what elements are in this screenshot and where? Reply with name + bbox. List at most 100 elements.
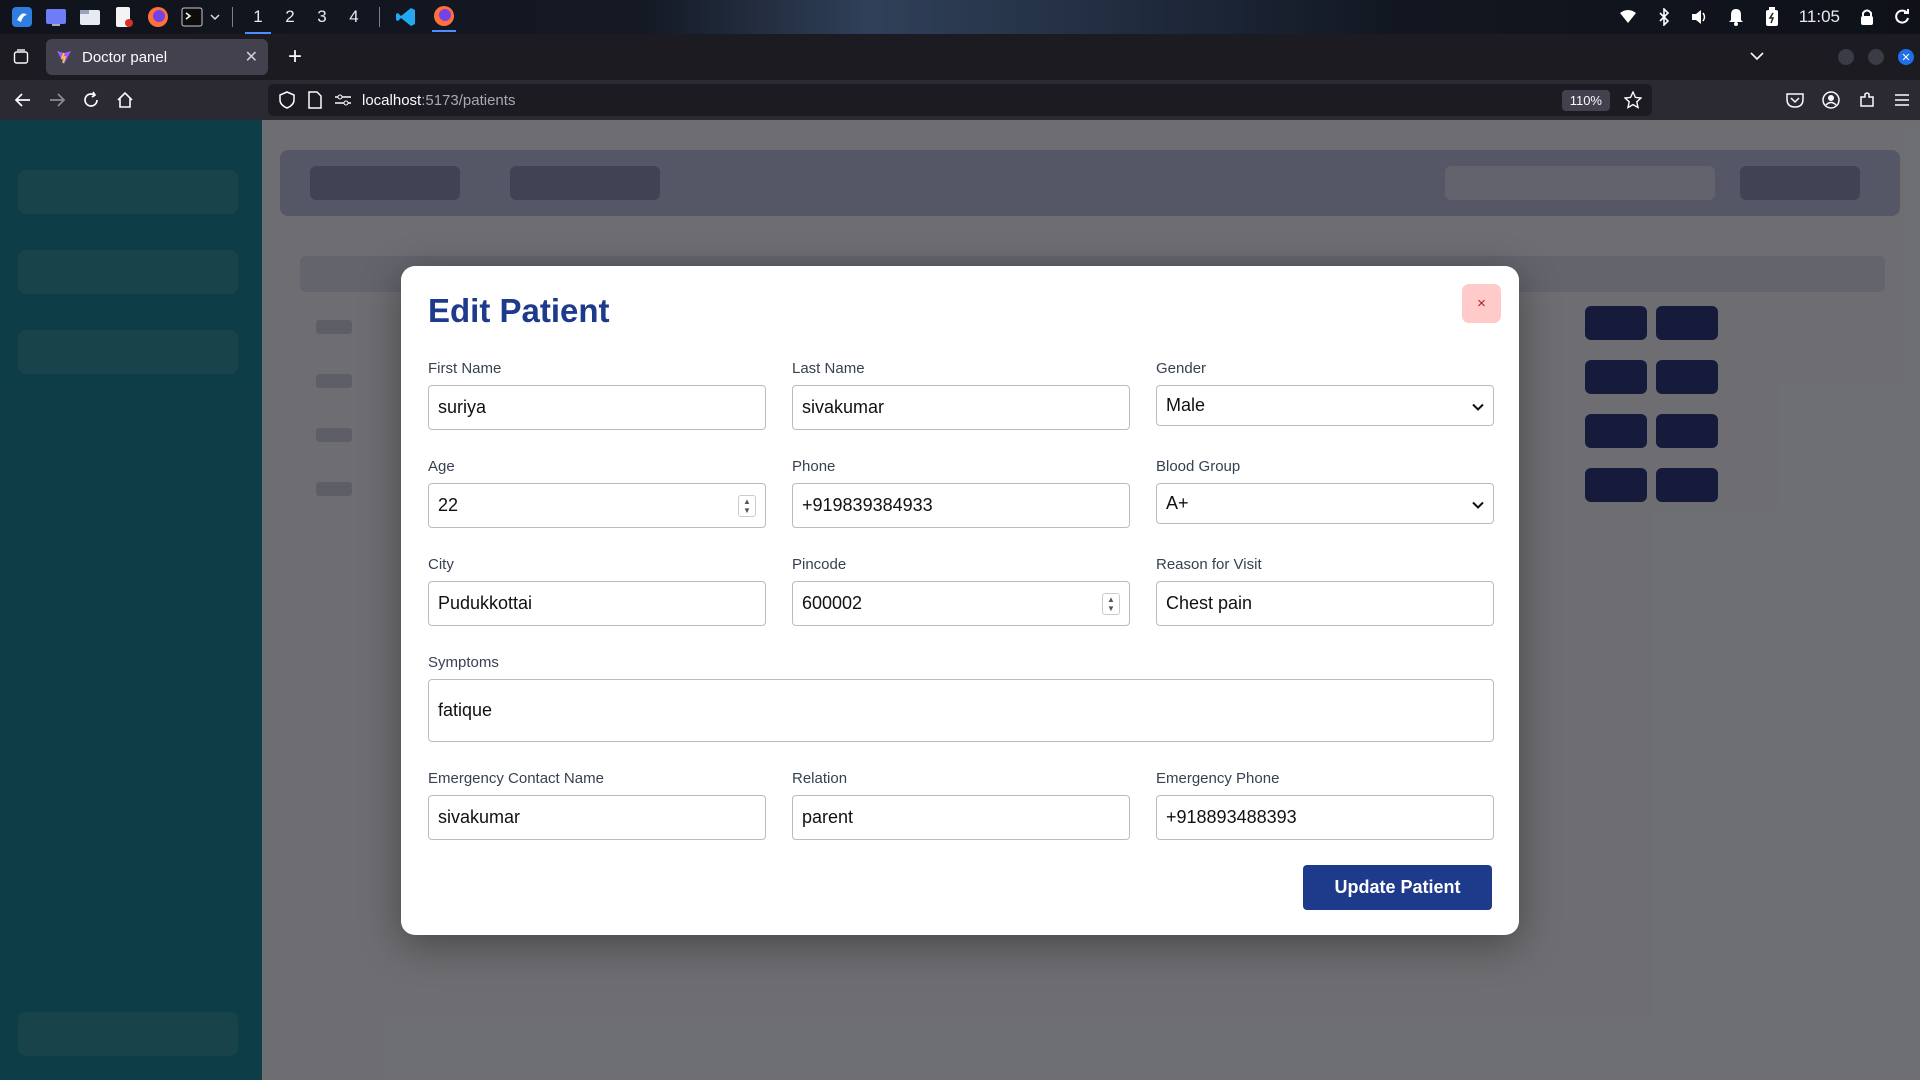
pocket-icon[interactable] bbox=[1786, 92, 1804, 108]
blood-group-label: Blood Group bbox=[1156, 458, 1241, 475]
home-icon[interactable] bbox=[110, 85, 140, 115]
lock-icon[interactable] bbox=[1858, 8, 1876, 26]
url-path: :5173/patients bbox=[421, 91, 516, 109]
workspace-4[interactable]: 4 bbox=[339, 2, 369, 32]
gender-value: Male bbox=[1166, 395, 1206, 415]
account-icon[interactable] bbox=[1822, 91, 1840, 109]
symptoms-field: Symptoms fatique bbox=[428, 654, 1494, 742]
emergency-name-value: sivakumar bbox=[438, 807, 521, 827]
maximize-button[interactable] bbox=[1868, 49, 1884, 65]
system-tray: 11:05 bbox=[1619, 0, 1912, 34]
pincode-input[interactable]: 600002 ▲ ▼ bbox=[792, 581, 1130, 626]
pincode-label: Pincode bbox=[792, 556, 847, 573]
last-name-input[interactable]: sivakumar bbox=[792, 385, 1130, 430]
tab-list-icon[interactable] bbox=[8, 44, 34, 70]
reason-field: Reason for Visit Chest pain bbox=[1156, 556, 1494, 626]
terminal-icon[interactable] bbox=[180, 5, 204, 29]
zoom-level-badge[interactable]: 110% bbox=[1561, 89, 1610, 111]
relation-value: parent bbox=[802, 807, 854, 827]
relation-field: Relation parent bbox=[792, 770, 1130, 840]
new-tab-button[interactable]: + bbox=[280, 42, 310, 72]
city-label: City bbox=[428, 556, 454, 573]
phone-field: Phone +919839384933 bbox=[792, 458, 1130, 528]
city-input[interactable]: Pudukkottai bbox=[428, 581, 766, 626]
reload-icon[interactable] bbox=[76, 85, 106, 115]
phone-input[interactable]: +919839384933 bbox=[792, 483, 1130, 528]
gender-label: Gender bbox=[1156, 360, 1207, 377]
gender-select[interactable]: Male bbox=[1156, 385, 1494, 426]
url-bar[interactable]: localhost:5173/patients 110% bbox=[268, 84, 1652, 116]
age-input[interactable]: 22 ▲ ▼ bbox=[428, 483, 766, 528]
chevron-down-icon[interactable] bbox=[208, 5, 222, 29]
emergency-phone-label: Emergency Phone bbox=[1156, 770, 1280, 787]
pincode-value: 600002 bbox=[802, 593, 863, 613]
minimize-button[interactable] bbox=[1838, 49, 1854, 65]
reason-value: Chest pain bbox=[1166, 593, 1253, 613]
close-window-button[interactable]: ✕ bbox=[1898, 49, 1914, 65]
firefox-icon[interactable] bbox=[146, 5, 170, 29]
symptoms-label: Symptoms bbox=[428, 654, 499, 671]
reason-input[interactable]: Chest pain bbox=[1156, 581, 1494, 626]
wifi-icon[interactable] bbox=[1619, 8, 1637, 26]
volume-icon[interactable] bbox=[1691, 8, 1709, 26]
bluetooth-icon[interactable] bbox=[1655, 8, 1673, 26]
clock[interactable]: 11:05 bbox=[1799, 7, 1840, 27]
browser-tab[interactable]: Doctor panel ✕ bbox=[46, 39, 268, 75]
app-menu-icon[interactable] bbox=[10, 5, 34, 29]
extensions-icon[interactable] bbox=[1858, 91, 1876, 109]
os-taskbar: 1 2 3 4 11:05 bbox=[0, 0, 1920, 34]
city-value: Pudukkottai bbox=[438, 593, 533, 613]
first-name-field: First Name suriya bbox=[428, 360, 766, 430]
browser-nav-bar: localhost:5173/patients 110% bbox=[0, 80, 1920, 120]
bell-icon[interactable] bbox=[1727, 8, 1745, 26]
page-info-icon[interactable] bbox=[306, 91, 324, 109]
bookmark-star-icon[interactable] bbox=[1624, 91, 1642, 109]
close-tab-icon[interactable]: ✕ bbox=[245, 47, 258, 67]
document-viewer-icon[interactable] bbox=[112, 5, 136, 29]
emergency-name-input[interactable]: sivakumar bbox=[428, 795, 766, 840]
vite-favicon-icon bbox=[56, 49, 72, 65]
workspace-2[interactable]: 2 bbox=[275, 2, 305, 32]
emergency-phone-input[interactable]: +918893488393 bbox=[1156, 795, 1494, 840]
symptoms-textarea[interactable]: fatique bbox=[428, 679, 1494, 742]
relation-label: Relation bbox=[792, 770, 848, 787]
last-name-label: Last Name bbox=[792, 360, 865, 377]
tab-overflow-chevron-icon[interactable] bbox=[1750, 48, 1764, 66]
phone-label: Phone bbox=[792, 458, 836, 475]
first-name-value: suriya bbox=[438, 397, 487, 417]
gender-field: Gender Male bbox=[1156, 360, 1494, 426]
update-patient-button[interactable]: Update Patient bbox=[1303, 865, 1492, 910]
vscode-icon[interactable] bbox=[394, 5, 418, 29]
blood-group-field: Blood Group A+ bbox=[1156, 458, 1494, 524]
age-stepper[interactable]: ▲ ▼ bbox=[738, 494, 756, 517]
desktop-icon[interactable] bbox=[44, 5, 68, 29]
blood-group-value: A+ bbox=[1166, 493, 1189, 513]
last-name-field: Last Name sivakumar bbox=[792, 360, 1130, 430]
file-manager-icon[interactable] bbox=[78, 5, 102, 29]
workspace-3[interactable]: 3 bbox=[307, 2, 337, 32]
modal-title: Edit Patient bbox=[428, 292, 610, 329]
age-value: 22 bbox=[438, 495, 459, 515]
battery-icon[interactable] bbox=[1763, 7, 1781, 26]
site-permissions-icon[interactable] bbox=[334, 91, 352, 109]
shield-icon[interactable] bbox=[278, 91, 296, 109]
symptoms-value: fatique bbox=[438, 700, 493, 720]
first-name-label: First Name bbox=[428, 360, 502, 377]
workspace-1[interactable]: 1 bbox=[243, 2, 273, 34]
forward-arrow-icon[interactable] bbox=[42, 85, 72, 115]
blood-group-select[interactable]: A+ bbox=[1156, 483, 1494, 524]
back-arrow-icon[interactable] bbox=[8, 85, 38, 115]
age-field: Age 22 ▲ ▼ bbox=[428, 458, 766, 528]
first-name-input[interactable]: suriya bbox=[428, 385, 766, 430]
close-modal-button[interactable]: × bbox=[1462, 284, 1501, 323]
pincode-stepper[interactable]: ▲ ▼ bbox=[1102, 592, 1120, 615]
power-icon[interactable] bbox=[1894, 8, 1912, 26]
firefox-running-icon[interactable] bbox=[432, 2, 456, 32]
city-field: City Pudukkottai bbox=[428, 556, 766, 626]
tab-title: Doctor panel bbox=[82, 48, 168, 66]
chevron-down-icon bbox=[1472, 496, 1484, 512]
emergency-phone-field: Emergency Phone +918893488393 bbox=[1156, 770, 1494, 840]
last-name-value: sivakumar bbox=[802, 397, 885, 417]
hamburger-menu-icon[interactable] bbox=[1894, 93, 1910, 107]
relation-input[interactable]: parent bbox=[792, 795, 1130, 840]
